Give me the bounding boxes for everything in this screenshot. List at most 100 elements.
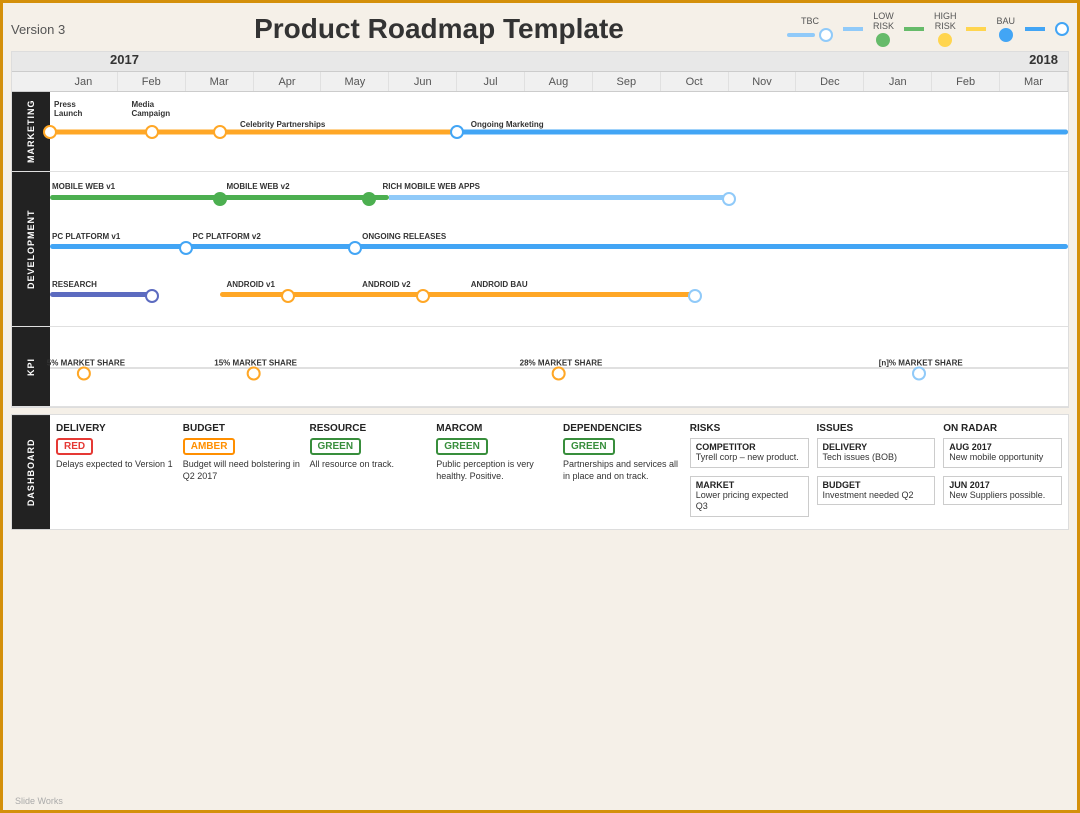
risk-competitor-title: COMPETITOR bbox=[696, 442, 803, 452]
month-jan: Jan bbox=[50, 72, 118, 91]
label-android-bau: ANDROID BAU bbox=[471, 280, 528, 289]
issue-budget: BUDGET Investment needed Q2 bbox=[817, 476, 936, 506]
month-feb: Feb bbox=[118, 72, 186, 91]
legend-connector-3 bbox=[966, 27, 986, 31]
on-radar-title: ON RADAR bbox=[943, 423, 1062, 434]
month-jan2: Jan bbox=[864, 72, 932, 91]
main-container: Version 3 Product Roadmap Template TBC L… bbox=[3, 3, 1077, 810]
legend-connector-1 bbox=[843, 27, 863, 31]
radar-aug-title: AUG 2017 bbox=[949, 442, 1056, 452]
risks-title: RISKS bbox=[690, 423, 809, 434]
development-section: DEVELOPMENT MOBILE WEB v1 MOBILE WEB v2 … bbox=[12, 172, 1068, 327]
kpi-n-dot bbox=[912, 366, 926, 380]
legend-tbc-label: TBC bbox=[801, 16, 819, 26]
month-oct: Oct bbox=[661, 72, 729, 91]
research-bar bbox=[50, 292, 152, 297]
dot-ongoing-start bbox=[450, 125, 464, 139]
budget-text: Budget will need bolstering in Q2 2017 bbox=[183, 459, 302, 482]
radar-jun-title: JUN 2017 bbox=[949, 480, 1056, 490]
dot-pc-v2-end bbox=[348, 241, 362, 255]
kpi-content: 5% MARKET SHARE 15% MARKET SHARE 28% MAR… bbox=[50, 327, 1068, 406]
legend-connector-2 bbox=[904, 27, 924, 31]
legend-tbc-line bbox=[787, 33, 815, 37]
label-android-v2: ANDROID v2 bbox=[362, 280, 410, 289]
legend-high-risk: HIGHRISK bbox=[934, 11, 957, 47]
year-row: 2017 2018 bbox=[12, 52, 1068, 72]
on-radar-card: ON RADAR AUG 2017 New mobile opportunity… bbox=[943, 423, 1062, 521]
watermark: Slide Works bbox=[15, 796, 63, 806]
version-label: Version 3 bbox=[11, 22, 91, 37]
budget-title: BUDGET bbox=[183, 423, 302, 434]
issue-delivery-text: Tech issues (BOB) bbox=[823, 452, 930, 464]
resource-badge: GREEN bbox=[310, 438, 362, 455]
issues-card: ISSUES DELIVERY Tech issues (BOB) BUDGET… bbox=[817, 423, 936, 521]
resource-text: All resource on track. bbox=[310, 459, 429, 471]
risk-market-title: MARKET bbox=[696, 480, 803, 490]
label-media-campaign: MediaCampaign bbox=[131, 100, 170, 118]
kpi-5-group: 5% MARKET SHARE bbox=[43, 366, 125, 367]
label-research: RESEARCH bbox=[52, 280, 97, 289]
radar-jun-text: New Suppliers possible. bbox=[949, 490, 1056, 502]
year-2017: 2017 bbox=[110, 52, 139, 67]
marcom-title: MARCOM bbox=[436, 423, 555, 434]
dot-research-end bbox=[145, 289, 159, 303]
legend-tbc-dot bbox=[819, 28, 833, 42]
legend-tbc: TBC bbox=[787, 16, 833, 42]
label-ongoing-marketing: Ongoing Marketing bbox=[471, 120, 544, 129]
dot-android-v2 bbox=[416, 289, 430, 303]
dependencies-title: DEPENDENCIES bbox=[563, 423, 682, 434]
kpi-5-dot bbox=[77, 366, 91, 380]
month-row: Jan Feb Mar Apr May Jun Jul Aug Sep Oct … bbox=[12, 72, 1068, 92]
marcom-text: Public perception is very healthy. Posit… bbox=[436, 459, 555, 482]
month-aug: Aug bbox=[525, 72, 593, 91]
kpi-n-label: [n]% MARKET SHARE bbox=[879, 358, 963, 367]
main-title: Product Roadmap Template bbox=[91, 13, 787, 45]
dot-mobile-v2-end bbox=[362, 192, 376, 206]
kpi-15-label: 15% MARKET SHARE bbox=[214, 358, 297, 367]
month-nov: Nov bbox=[729, 72, 797, 91]
month-jul: Jul bbox=[457, 72, 525, 91]
label-mobile-v1: MOBILE WEB v1 bbox=[52, 182, 115, 191]
dot-pc-v2 bbox=[179, 241, 193, 255]
legend-high-risk-dot bbox=[938, 33, 952, 47]
month-apr: Apr bbox=[254, 72, 322, 91]
marcom-card: MARCOM GREEN Public perception is very h… bbox=[436, 423, 555, 521]
legend-bau-end-dot bbox=[1055, 22, 1069, 36]
month-jun: Jun bbox=[389, 72, 457, 91]
month-may: May bbox=[321, 72, 389, 91]
marcom-badge: GREEN bbox=[436, 438, 488, 455]
legend-low-risk-label: LOWRISK bbox=[873, 11, 894, 31]
legend-bau-dot bbox=[999, 28, 1013, 42]
dot-press-launch bbox=[43, 125, 57, 139]
label-press-launch: PressLaunch bbox=[54, 100, 82, 118]
kpi-15-group: 15% MARKET SHARE bbox=[210, 366, 297, 367]
budget-badge: AMBER bbox=[183, 438, 236, 455]
radar-aug: AUG 2017 New mobile opportunity bbox=[943, 438, 1062, 468]
risk-market: MARKET Lower pricing expected Q3 bbox=[690, 476, 809, 517]
kpi-28-group: 28% MARKET SHARE bbox=[516, 366, 603, 367]
legend-connector-4 bbox=[1025, 27, 1045, 31]
risk-competitor-text: Tyrell corp – new product. bbox=[696, 452, 803, 464]
delivery-card: DELIVERY RED Delays expected to Version … bbox=[56, 423, 175, 521]
month-mar2: Mar bbox=[1000, 72, 1068, 91]
legend-bau-label: BAU bbox=[996, 16, 1015, 26]
issue-delivery: DELIVERY Tech issues (BOB) bbox=[817, 438, 936, 468]
dashboard-content: DELIVERY RED Delays expected to Version … bbox=[50, 415, 1068, 529]
dependencies-card: DEPENDENCIES GREEN Partnerships and serv… bbox=[563, 423, 682, 521]
risk-market-text: Lower pricing expected Q3 bbox=[696, 490, 803, 513]
label-mobile-v2: MOBILE WEB v2 bbox=[226, 182, 289, 191]
month-dec: Dec bbox=[796, 72, 864, 91]
month-mar: Mar bbox=[186, 72, 254, 91]
marketing-bar-blue bbox=[457, 129, 1068, 134]
marketing-section: MARKETING PressLaunch MediaCampaign Cele… bbox=[12, 92, 1068, 172]
dependencies-badge: GREEN bbox=[563, 438, 615, 455]
dashboard-area: DASHBOARD DELIVERY RED Delays expected t… bbox=[11, 414, 1069, 530]
issue-delivery-title: DELIVERY bbox=[823, 442, 930, 452]
year-2018: 2018 bbox=[1029, 52, 1058, 67]
pc-platform-bar bbox=[50, 244, 1068, 249]
development-content: MOBILE WEB v1 MOBILE WEB v2 RICH MOBILE … bbox=[50, 172, 1068, 326]
kpi-28-label: 28% MARKET SHARE bbox=[520, 358, 603, 367]
legend-low-risk: LOWRISK bbox=[873, 11, 894, 47]
dot-android-v1 bbox=[281, 289, 295, 303]
risk-competitor: COMPETITOR Tyrell corp – new product. bbox=[690, 438, 809, 468]
